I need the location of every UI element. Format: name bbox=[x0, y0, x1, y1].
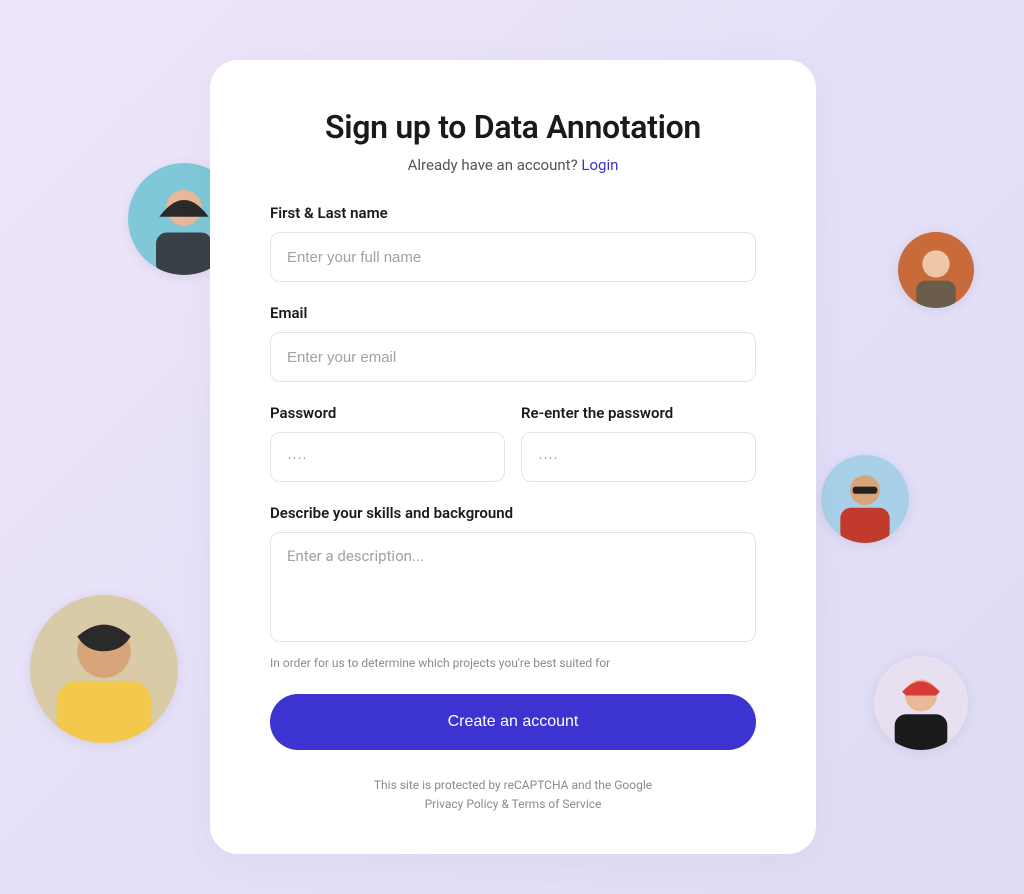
avatar bbox=[874, 656, 968, 750]
signup-card: Sign up to Data Annotation Already have … bbox=[210, 60, 816, 854]
privacy-policy-link[interactable]: Privacy Policy bbox=[425, 797, 499, 811]
password-label: Password bbox=[270, 404, 505, 422]
description-textarea[interactable] bbox=[270, 532, 756, 642]
password-confirm-label: Re-enter the password bbox=[521, 404, 756, 422]
name-label: First & Last name bbox=[270, 204, 756, 222]
subtitle-text: Already have an account? bbox=[408, 156, 582, 174]
description-helper: In order for us to determine which proje… bbox=[270, 656, 756, 670]
footer-line1: This site is protected by reCAPTCHA and … bbox=[374, 778, 652, 792]
footer-separator: & bbox=[498, 797, 511, 811]
recaptcha-notice: This site is protected by reCAPTCHA and … bbox=[270, 776, 756, 814]
login-link[interactable]: Login bbox=[581, 156, 618, 174]
name-input[interactable] bbox=[270, 232, 756, 282]
password-confirm-input[interactable] bbox=[521, 432, 756, 482]
email-label: Email bbox=[270, 304, 756, 322]
avatar bbox=[898, 232, 974, 308]
password-input[interactable] bbox=[270, 432, 505, 482]
email-input[interactable] bbox=[270, 332, 756, 382]
create-account-button[interactable]: Create an account bbox=[270, 694, 756, 750]
page-title: Sign up to Data Annotation bbox=[270, 108, 756, 146]
avatar bbox=[821, 455, 909, 543]
terms-of-service-link[interactable]: Terms of Service bbox=[512, 797, 602, 811]
subtitle: Already have an account? Login bbox=[270, 156, 756, 174]
description-label: Describe your skills and background bbox=[270, 504, 756, 522]
avatar bbox=[30, 595, 178, 743]
